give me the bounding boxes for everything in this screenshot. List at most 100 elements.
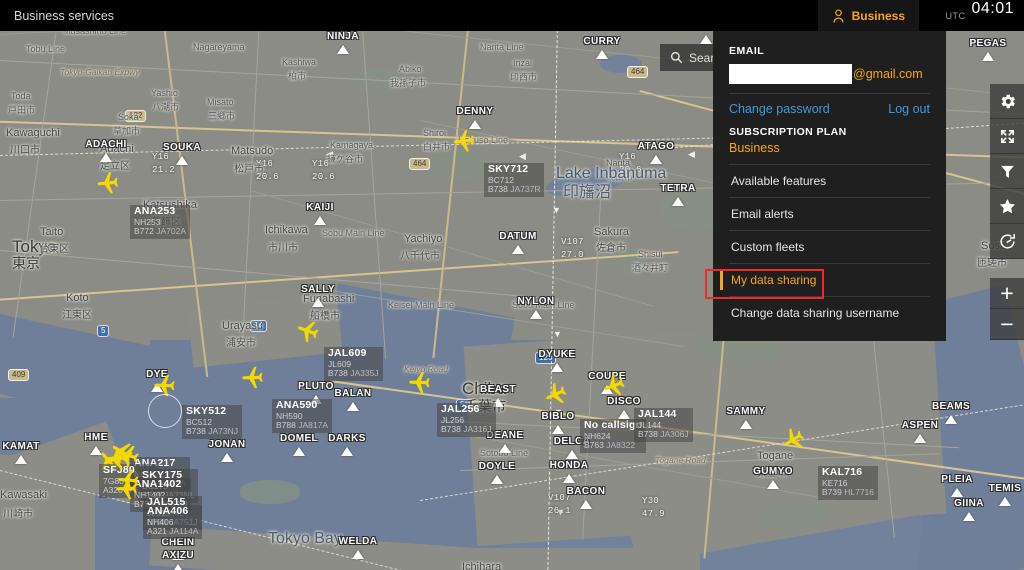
waypoint-triangle-icon bbox=[767, 480, 779, 489]
waypoint[interactable]: CURRY bbox=[583, 36, 620, 59]
waypoint-label: CURRY bbox=[583, 36, 621, 47]
waypoint[interactable]: ROUIN bbox=[689, 21, 723, 44]
waypoint[interactable]: BACON bbox=[567, 486, 605, 509]
zoom-in-button[interactable]: + bbox=[990, 278, 1024, 309]
waypoint[interactable]: KAMAT bbox=[2, 441, 39, 464]
account-panel[interactable]: EMAIL @gmail.com Change password Log out… bbox=[713, 31, 946, 341]
aircraft-registration: JA702A bbox=[153, 226, 186, 237]
aircraft-label[interactable]: SKY712 BC712 B738 JA737R bbox=[484, 163, 545, 197]
account-menu[interactable]: Available features Email alerts Custom fle… bbox=[720, 164, 930, 329]
star-icon[interactable] bbox=[990, 189, 1024, 224]
zoom-controls[interactable]: + − bbox=[990, 278, 1024, 340]
waypoint[interactable]: DEANE bbox=[486, 430, 523, 453]
filter-funnel-icon[interactable] bbox=[990, 154, 1024, 189]
airway-distance: 27.0 bbox=[561, 250, 584, 260]
waypoint[interactable]: BALAN bbox=[335, 388, 371, 411]
waypoint-triangle-icon bbox=[314, 216, 326, 225]
settings-gear-icon[interactable] bbox=[990, 84, 1024, 119]
waypoint[interactable]: DOYLE bbox=[479, 461, 515, 484]
waypoint-label: BIBLO bbox=[541, 411, 575, 422]
waypoint-label: JONAN bbox=[208, 439, 246, 450]
aircraft-label[interactable]: JAL256 JL256 B738 JA316J bbox=[437, 403, 496, 437]
account-button[interactable]: Business bbox=[817, 0, 919, 31]
waypoint[interactable]: AXIZU bbox=[162, 550, 194, 570]
aircraft-registration: JA8322 bbox=[603, 440, 636, 451]
waypoint-triangle-icon bbox=[491, 475, 503, 484]
waypoint-triangle-icon bbox=[982, 52, 994, 61]
map-toolbar[interactable] bbox=[990, 84, 1024, 259]
waypoint[interactable]: ADACHI bbox=[85, 139, 126, 162]
email-input[interactable] bbox=[729, 64, 852, 84]
menu-item-email-alerts[interactable]: Email alerts bbox=[729, 197, 930, 230]
waypoint[interactable]: SAMMY bbox=[726, 406, 765, 429]
waypoint[interactable]: DYUKE bbox=[538, 349, 575, 372]
aircraft-label[interactable]: KAL716 KE716 B739 HL7716 bbox=[818, 466, 878, 500]
waypoint[interactable]: ATAGO bbox=[638, 141, 674, 164]
aircraft-type-registration: B788 JA817A bbox=[276, 421, 328, 431]
aircraft-label[interactable]: ANA590 NH590 B788 JA817A bbox=[272, 399, 332, 433]
aircraft-callsign: ANA590 bbox=[276, 399, 318, 411]
zoom-out-button[interactable]: − bbox=[990, 309, 1024, 340]
waypoint[interactable]: PLEIA bbox=[941, 474, 972, 497]
fullscreen-expand-icon[interactable] bbox=[990, 119, 1024, 154]
waypoint[interactable]: DATUM bbox=[499, 231, 536, 254]
waypoint[interactable]: NYLON bbox=[518, 296, 554, 319]
aircraft-type-registration: B739 HL7716 bbox=[822, 488, 874, 498]
aircraft-callsign: ANA253 bbox=[134, 205, 176, 217]
waypoint[interactable]: TETRA bbox=[660, 183, 695, 206]
aircraft-type: B738 bbox=[441, 424, 461, 435]
menu-item-available-features[interactable]: Available features bbox=[729, 165, 930, 197]
waypoint-triangle-icon bbox=[172, 564, 184, 570]
aircraft-type: B738 bbox=[186, 426, 206, 437]
menu-item-change-data-sharing-username[interactable]: Change data sharing username bbox=[729, 296, 930, 329]
waypoint-triangle-icon bbox=[963, 512, 975, 521]
map-place-label: 八千代市 bbox=[400, 251, 440, 262]
aircraft-type: B738 bbox=[638, 429, 658, 440]
waypoint[interactable]: HONDA bbox=[550, 460, 588, 483]
waypoint[interactable]: BEAMS bbox=[932, 401, 970, 424]
waypoint[interactable]: DISCO bbox=[607, 396, 640, 419]
waypoint[interactable]: GUMYO bbox=[753, 466, 792, 489]
waypoint-triangle-icon bbox=[100, 153, 112, 162]
waypoint[interactable]: TEMIS bbox=[989, 483, 1021, 506]
email-heading: EMAIL bbox=[729, 45, 765, 57]
playback-speed-icon[interactable] bbox=[990, 224, 1024, 259]
waypoint-label: NINJA bbox=[326, 31, 360, 42]
map-place-label: Kashiwa bbox=[282, 57, 317, 67]
waypoint-label: TEMIS bbox=[988, 483, 1022, 494]
aircraft-label[interactable]: JAL609 JL609 B738 JA335J bbox=[324, 347, 383, 381]
waypoint[interactable]: BIBLO bbox=[541, 411, 574, 434]
airway-name: V107 bbox=[561, 237, 584, 247]
waypoint-label: DOYLE bbox=[478, 461, 516, 472]
menu-item-custom-fleets[interactable]: Custom fleets bbox=[729, 230, 930, 263]
aircraft-label[interactable]: ANA406 NH406 A321 JA114A bbox=[143, 505, 203, 539]
menu-item-my-data-sharing[interactable]: My data sharing bbox=[720, 263, 930, 296]
waypoint[interactable]: ASPEN bbox=[902, 420, 938, 443]
aircraft-label[interactable]: SKY512 BC512 B738 JA73NJ bbox=[182, 405, 242, 439]
waypoint[interactable]: PEGAS bbox=[969, 38, 1006, 61]
waypoint[interactable]: DOMEL bbox=[280, 433, 318, 456]
aircraft-callsign: SKY512 bbox=[186, 405, 227, 417]
waypoint[interactable]: SOUKA bbox=[163, 142, 201, 165]
map-place-label: Nagareyama bbox=[193, 42, 245, 52]
change-password-link[interactable]: Change password bbox=[729, 102, 830, 116]
waypoint[interactable]: KAIJI bbox=[306, 202, 333, 225]
waypoint-label: NYLON bbox=[517, 296, 555, 307]
waypoint-label: TETRA bbox=[660, 183, 696, 194]
waypoint[interactable]: GIINA bbox=[954, 498, 983, 521]
aircraft-label[interactable]: JAL144 JL144 B738 JA306J bbox=[634, 408, 693, 442]
waypoint[interactable]: NINJA bbox=[327, 31, 359, 54]
waypoint[interactable]: JONAN bbox=[208, 439, 245, 462]
log-out-link[interactable]: Log out bbox=[888, 102, 930, 116]
waypoint[interactable]: SALLY bbox=[301, 284, 335, 307]
aircraft-callsign: ANA406 bbox=[147, 505, 189, 517]
waypoint-triangle-icon bbox=[740, 420, 752, 429]
waypoint[interactable]: DELCA bbox=[554, 436, 590, 459]
waypoint-triangle-icon bbox=[551, 363, 563, 372]
waypoint[interactable]: WELDA bbox=[339, 536, 377, 559]
aircraft-label[interactable]: ANA253 NH253 B772 JA702A bbox=[130, 205, 190, 239]
waypoint[interactable]: DARKS bbox=[328, 433, 365, 456]
aircraft-selection-ring bbox=[148, 394, 182, 428]
waypoint-label: DENNY bbox=[456, 106, 494, 117]
map-place-label: Ichikawa bbox=[265, 224, 308, 236]
